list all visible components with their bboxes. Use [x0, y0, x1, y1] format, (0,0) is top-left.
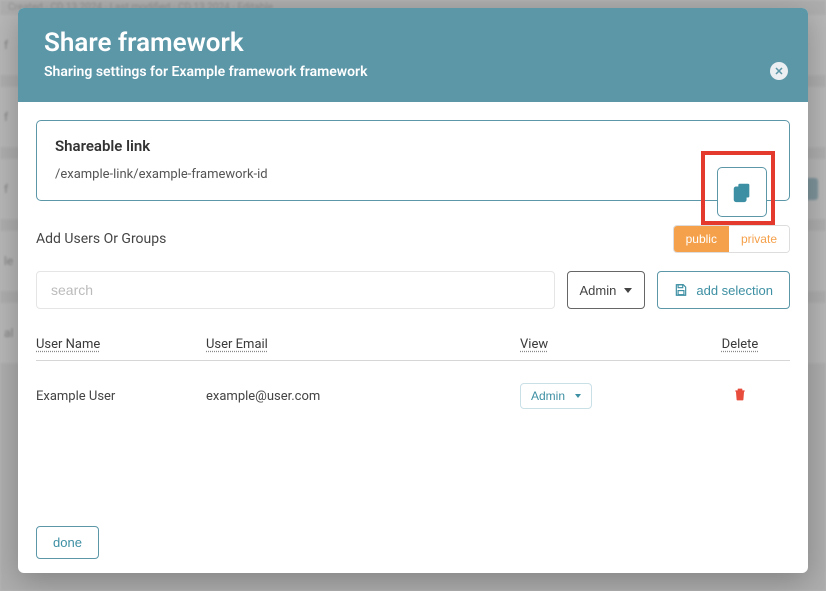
col-header-view[interactable]: View: [520, 337, 690, 352]
col-header-email[interactable]: User Email: [206, 337, 520, 352]
trash-icon: [733, 387, 747, 402]
modal-header: Share framework Sharing settings for Exa…: [18, 8, 808, 102]
tutorial-highlight-box: [701, 151, 775, 225]
add-users-title: Add Users Or Groups: [36, 231, 166, 247]
toggle-private[interactable]: private: [729, 226, 789, 252]
add-selection-label: add selection: [696, 283, 773, 298]
cell-user-email: example@user.com: [206, 389, 520, 404]
copy-link-button[interactable]: [717, 167, 767, 217]
add-users-header: Add Users Or Groups public private: [36, 225, 790, 253]
chevron-down-icon: [624, 288, 632, 293]
cell-user-role: Admin: [520, 383, 690, 409]
toggle-public[interactable]: public: [674, 226, 729, 252]
modal-subtitle: Sharing settings for Example framework f…: [44, 64, 782, 80]
table-header: User Name User Email View Delete: [36, 337, 790, 361]
shareable-link-card: Shareable link /example-link/example-fra…: [36, 120, 790, 201]
table-row: Example User example@user.com Admin: [36, 377, 790, 415]
modal-title: Share framework: [44, 28, 782, 58]
done-button[interactable]: done: [36, 526, 99, 559]
chevron-down-icon: [575, 394, 581, 398]
modal-body: Shareable link /example-link/example-fra…: [18, 102, 808, 512]
col-header-delete[interactable]: Delete: [690, 337, 790, 352]
delete-user-button[interactable]: [733, 387, 747, 406]
users-table: User Name User Email View Delete Example…: [36, 337, 790, 415]
close-icon: ✕: [774, 65, 783, 78]
search-input[interactable]: [36, 271, 555, 309]
shareable-link-url: /example-link/example-framework-id: [55, 167, 771, 182]
close-button[interactable]: ✕: [770, 62, 788, 80]
col-header-name[interactable]: User Name: [36, 337, 206, 352]
row-role-select[interactable]: Admin: [520, 383, 592, 409]
save-icon: [674, 283, 688, 297]
add-selection-button[interactable]: add selection: [657, 271, 790, 309]
row-role-label: Admin: [531, 389, 565, 403]
modal-footer: done: [18, 512, 808, 573]
cell-delete: [690, 387, 790, 406]
cell-user-name: Example User: [36, 389, 206, 404]
shareable-link-title: Shareable link: [55, 137, 771, 155]
role-select[interactable]: Admin: [567, 271, 646, 309]
add-controls-row: Admin add selection: [36, 271, 790, 309]
role-select-label: Admin: [580, 283, 617, 298]
visibility-toggle: public private: [673, 225, 790, 253]
copy-icon: [731, 181, 753, 203]
share-modal: Share framework Sharing settings for Exa…: [18, 8, 808, 573]
